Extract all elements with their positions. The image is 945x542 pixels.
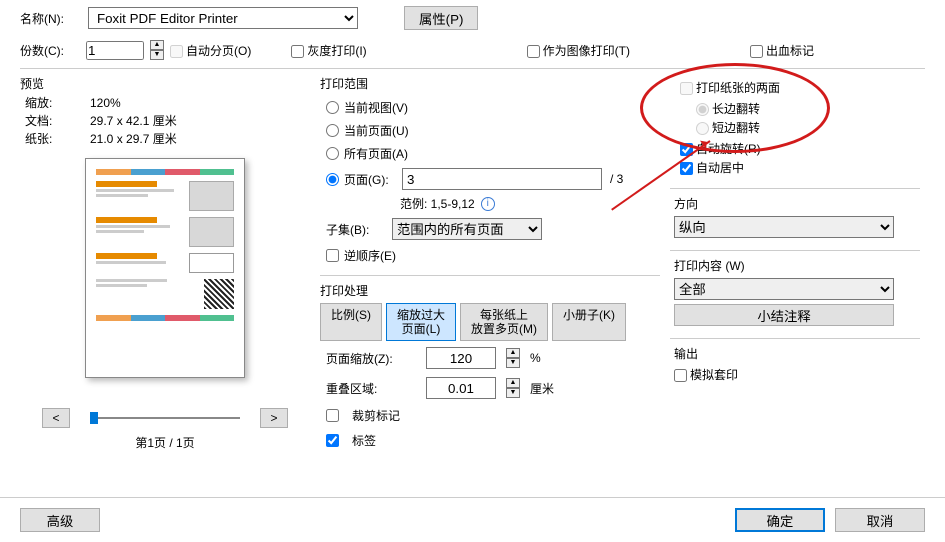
- zoom-label: 缩放:: [25, 94, 90, 112]
- zoom-slider[interactable]: [90, 417, 240, 419]
- zoom-value: 120%: [90, 94, 121, 112]
- page-zoom-spinner[interactable]: ▲▼: [506, 348, 520, 368]
- spinner-down-icon[interactable]: ▼: [150, 50, 164, 60]
- range-current-view-radio[interactable]: 当前视图(V): [320, 98, 660, 117]
- advanced-button[interactable]: 高级: [20, 508, 100, 532]
- copies-input[interactable]: [86, 41, 144, 60]
- range-pages-input[interactable]: [402, 168, 602, 190]
- duplex-long-edge-radio[interactable]: 长边翻转: [696, 100, 910, 117]
- grayscale-checkbox[interactable]: 灰度打印(I): [291, 42, 366, 59]
- subset-label: 子集(B):: [326, 221, 382, 238]
- auto-center-checkbox[interactable]: 自动居中: [680, 159, 910, 176]
- orientation-section: 方向 纵向: [670, 188, 920, 244]
- prev-page-button[interactable]: <: [42, 408, 70, 428]
- properties-button[interactable]: 属性(P): [404, 6, 478, 30]
- print-content-section: 打印内容 (W) 全部 小结注释: [670, 250, 920, 332]
- copies-spinner[interactable]: ▲ ▼: [150, 40, 164, 60]
- settings-column: 打印范围 当前视图(V) 当前页面(U) 所有页面(A) 页面(G): / 3 …: [320, 73, 660, 497]
- cancel-button[interactable]: 取消: [835, 508, 925, 532]
- paper-label: 纸张:: [25, 130, 90, 148]
- dialog-footer: 高级 确定 取消: [0, 497, 945, 542]
- subset-select[interactable]: 范围内的所有页面: [392, 218, 542, 240]
- range-total-pages: / 3: [610, 172, 623, 186]
- spinner-up-icon[interactable]: ▲: [150, 40, 164, 50]
- page-zoom-label: 页面缩放(Z):: [326, 350, 416, 367]
- print-content-title: 打印内容 (W): [674, 257, 916, 274]
- collate-checkbox[interactable]: 自动分页(O): [170, 42, 251, 59]
- labels-checkbox[interactable]: 标签: [320, 428, 660, 453]
- tab-multiple-per-sheet[interactable]: 每张纸上 放置多页(M): [460, 303, 548, 341]
- crop-marks-checkbox[interactable]: 裁剪标记: [320, 403, 660, 428]
- auto-rotate-checkbox[interactable]: 自动旋转(R): [680, 140, 910, 157]
- main-area: 预览 缩放:120% 文档:29.7 x 42.1 厘米 纸张:21.0 x 2…: [0, 73, 945, 497]
- slider-thumb-icon[interactable]: [90, 412, 98, 424]
- printer-name-label: 名称(N):: [20, 10, 80, 27]
- duplex-section: 打印纸张的两面 长边翻转 短边翻转 自动旋转(R) 自动居中: [670, 73, 920, 182]
- output-section: 输出 模拟套印: [670, 338, 920, 389]
- overlap-unit: 厘米: [530, 380, 554, 397]
- page-zoom-row: 页面缩放(Z): ▲▼ %: [320, 343, 660, 373]
- duplex-both-sides-checkbox[interactable]: 打印纸张的两面: [680, 81, 780, 95]
- simulate-overprint-checkbox[interactable]: 模拟套印: [674, 368, 738, 382]
- overlap-label: 重叠区域:: [326, 380, 416, 397]
- printer-name-row: 名称(N): Foxit PDF Editor Printer 属性(P): [0, 0, 945, 36]
- page-zoom-unit: %: [530, 351, 541, 365]
- paper-value: 21.0 x 29.7 厘米: [90, 130, 177, 148]
- print-handling-title: 打印处理: [320, 280, 660, 301]
- handling-tabs: 比例(S) 缩放过大 页面(L) 每张纸上 放置多页(M) 小册子(K): [320, 301, 660, 343]
- page-indicator: 第1页 / 1页: [20, 434, 310, 451]
- page-zoom-input[interactable]: [426, 347, 496, 369]
- duplex-short-edge-radio[interactable]: 短边翻转: [696, 119, 910, 136]
- preview-column: 预览 缩放:120% 文档:29.7 x 42.1 厘米 纸张:21.0 x 2…: [20, 73, 310, 497]
- overlap-input[interactable]: [426, 377, 496, 399]
- ok-button[interactable]: 确定: [735, 508, 825, 532]
- print-range-title: 打印范围: [320, 73, 660, 94]
- range-example-label: 范例: 1,5-9,12: [400, 195, 475, 212]
- tab-fit-oversized[interactable]: 缩放过大 页面(L): [386, 303, 456, 341]
- print-handling-section: 打印处理 比例(S) 缩放过大 页面(L) 每张纸上 放置多页(M) 小册子(K…: [320, 275, 660, 453]
- print-dialog: 名称(N): Foxit PDF Editor Printer 属性(P) 份数…: [0, 0, 945, 542]
- print-content-select[interactable]: 全部: [674, 278, 894, 300]
- printer-name-select[interactable]: Foxit PDF Editor Printer: [88, 7, 358, 29]
- preview-title: 预览: [20, 73, 310, 94]
- next-page-button[interactable]: >: [260, 408, 288, 428]
- range-pages-label: 页面(G):: [344, 171, 400, 188]
- output-title: 输出: [674, 345, 916, 362]
- bleed-marks-checkbox[interactable]: 出血标记: [750, 42, 814, 59]
- copies-group: 份数(C): ▲ ▼ 自动分页(O): [20, 40, 251, 60]
- tab-booklet[interactable]: 小册子(K): [552, 303, 626, 341]
- doc-value: 29.7 x 42.1 厘米: [90, 112, 177, 130]
- info-icon[interactable]: i: [481, 197, 495, 211]
- reverse-order-checkbox[interactable]: 逆顺序(E): [320, 246, 660, 265]
- subset-row: 子集(B): 范围内的所有页面: [320, 216, 660, 242]
- overlap-row: 重叠区域: ▲▼ 厘米: [320, 373, 660, 403]
- orientation-title: 方向: [674, 195, 916, 212]
- range-all-pages-radio[interactable]: 所有页面(A): [320, 144, 660, 163]
- summarize-comments-button[interactable]: 小结注释: [674, 304, 894, 326]
- options-row: 份数(C): ▲ ▼ 自动分页(O) 灰度打印(I) 作为图像打印(T) 出血标…: [0, 36, 945, 64]
- overlap-spinner[interactable]: ▲▼: [506, 378, 520, 398]
- doc-label: 文档:: [25, 112, 90, 130]
- right-column: 打印纸张的两面 长边翻转 短边翻转 自动旋转(R) 自动居中 方向 纵向 打印内…: [670, 73, 920, 497]
- preview-pager: < >: [20, 408, 310, 428]
- copies-label: 份数(C):: [20, 42, 80, 59]
- range-current-page-radio[interactable]: 当前页面(U): [320, 121, 660, 140]
- preview-thumbnail: [85, 158, 245, 378]
- print-as-image-checkbox[interactable]: 作为图像打印(T): [527, 42, 630, 59]
- range-pages-row: 页面(G): / 3: [320, 167, 660, 191]
- tab-scale[interactable]: 比例(S): [320, 303, 382, 341]
- orientation-select[interactable]: 纵向: [674, 216, 894, 238]
- range-pages-radio[interactable]: [326, 173, 339, 186]
